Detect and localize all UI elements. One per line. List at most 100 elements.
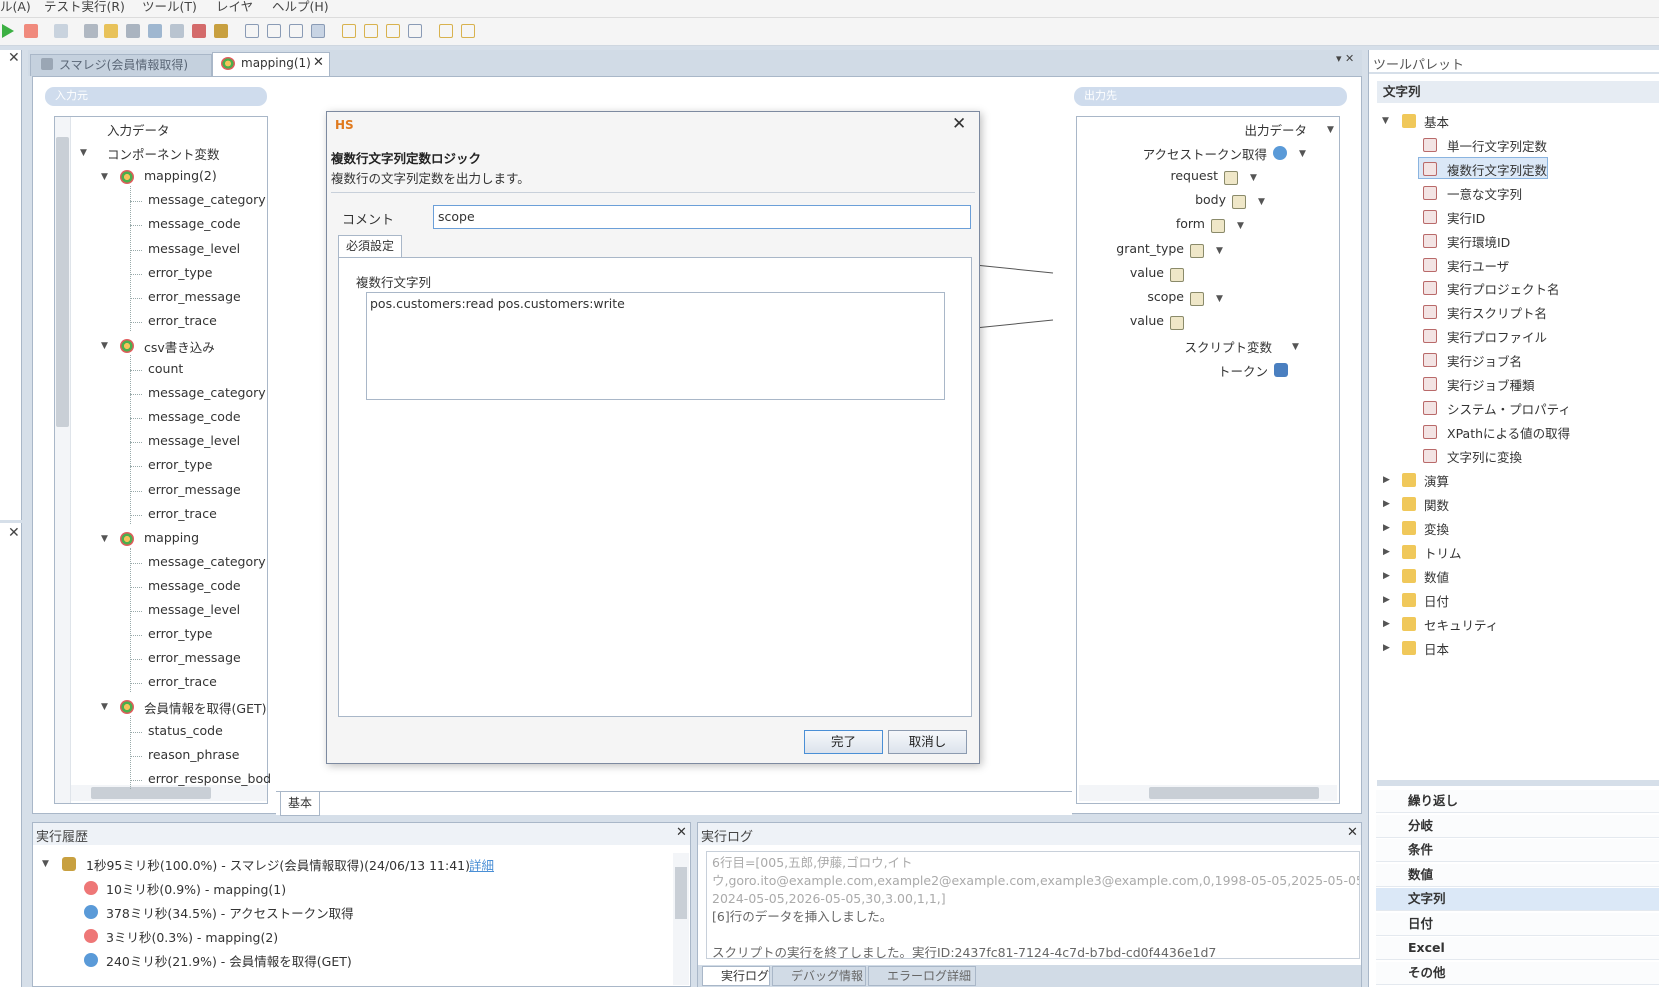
run-icon[interactable] bbox=[2, 24, 14, 38]
palette-folder[interactable]: 関数 bbox=[1424, 495, 1449, 514]
minimize-icon[interactable]: ▾ ✕ bbox=[1336, 52, 1354, 65]
tree-item[interactable]: message_category bbox=[148, 554, 266, 569]
palette-item[interactable]: システム・プロパティ bbox=[1447, 399, 1571, 418]
palette-folder[interactable]: 基本 bbox=[1424, 112, 1449, 131]
expand-icon[interactable]: ▼ bbox=[101, 172, 108, 182]
stop-icon[interactable] bbox=[24, 24, 38, 38]
tree-item[interactable]: message_code bbox=[148, 216, 241, 231]
palette-item[interactable]: 実行ID bbox=[1447, 208, 1485, 227]
palette-item[interactable]: 実行スクリプト名 bbox=[1447, 303, 1547, 322]
collapse-icon[interactable]: ▼ bbox=[1327, 125, 1334, 135]
palette-item[interactable]: 実行ジョブ名 bbox=[1447, 351, 1522, 370]
output-node[interactable]: スクリプト変数 bbox=[1184, 337, 1272, 356]
close-icon[interactable]: ✕ bbox=[8, 50, 20, 66]
distribute-icon[interactable] bbox=[342, 24, 356, 38]
close-icon[interactable]: ✕ bbox=[676, 825, 687, 840]
output-node[interactable]: body bbox=[1195, 192, 1226, 207]
align-icon[interactable] bbox=[289, 24, 303, 38]
debug-icon[interactable] bbox=[214, 24, 228, 38]
expand-icon[interactable]: ▶ bbox=[1383, 499, 1390, 509]
menu-item[interactable]: ツール(T) bbox=[142, 0, 197, 15]
palette-category[interactable]: 分岐 bbox=[1376, 814, 1659, 838]
tree-item[interactable]: error_trace bbox=[148, 674, 217, 689]
tree-group-label[interactable]: 会員情報を取得(GET) bbox=[144, 698, 266, 717]
tree-group-label[interactable]: mapping bbox=[144, 530, 199, 545]
align-icon[interactable] bbox=[311, 24, 325, 38]
h-scrollbar[interactable] bbox=[71, 785, 267, 801]
close-icon[interactable]: ✕ bbox=[952, 114, 966, 134]
palette-category[interactable]: 日付 bbox=[1376, 912, 1659, 936]
expand-icon[interactable]: ▶ bbox=[1383, 523, 1390, 533]
tab-debug[interactable]: デバッグ情報 bbox=[772, 966, 866, 986]
menu-item[interactable]: テスト実行(R) bbox=[44, 0, 125, 15]
palette-folder[interactable]: トリム bbox=[1424, 543, 1462, 562]
collapse-icon[interactable]: ▼ bbox=[1237, 221, 1244, 231]
expand-icon[interactable]: ▶ bbox=[1383, 475, 1390, 485]
collapse-icon[interactable]: ▼ bbox=[1250, 173, 1257, 183]
output-node[interactable]: value bbox=[1130, 265, 1164, 280]
palette-item[interactable]: 単一行文字列定数 bbox=[1447, 136, 1547, 155]
palette-folder[interactable]: 日本 bbox=[1424, 639, 1449, 658]
align-icon[interactable] bbox=[245, 24, 259, 38]
palette-item[interactable]: 文字列に変換 bbox=[1447, 447, 1522, 466]
expand-icon[interactable]: ▼ bbox=[101, 702, 108, 712]
palette-category[interactable]: 文字列 bbox=[1376, 888, 1659, 911]
tree-item[interactable]: message_category bbox=[148, 385, 266, 400]
grid-icon[interactable] bbox=[170, 24, 184, 38]
palette-item[interactable]: 実行ジョブ種類 bbox=[1447, 375, 1535, 394]
palette-folder[interactable]: 数値 bbox=[1424, 567, 1449, 586]
output-node[interactable]: grant_type bbox=[1116, 241, 1184, 256]
size-icon[interactable] bbox=[461, 24, 475, 38]
align-icon[interactable] bbox=[267, 24, 281, 38]
tree-item[interactable]: error_message bbox=[148, 289, 241, 304]
palette-item[interactable]: 実行環境ID bbox=[1447, 232, 1510, 251]
tree-item[interactable]: count bbox=[148, 361, 183, 376]
output-node[interactable]: トークン bbox=[1218, 361, 1268, 380]
ok-button[interactable]: 完了 bbox=[804, 730, 883, 754]
comment-input[interactable]: scope bbox=[433, 205, 971, 229]
palette-category[interactable]: その他 bbox=[1376, 961, 1659, 985]
collapse-icon[interactable]: ▼ bbox=[1216, 294, 1223, 304]
table-icon[interactable] bbox=[192, 24, 206, 38]
history-entry[interactable]: 240ミリ秒(21.9%) - 会員情報を取得(GET) bbox=[106, 951, 352, 970]
expand-icon[interactable]: ▼ bbox=[80, 148, 87, 158]
tree-item[interactable]: error_type bbox=[148, 457, 212, 472]
collapse-icon[interactable]: ▼ bbox=[1292, 342, 1299, 352]
palette-category[interactable]: 繰り返し bbox=[1376, 790, 1659, 813]
tree-scrollbar[interactable] bbox=[55, 117, 71, 803]
distribute-icon[interactable] bbox=[364, 24, 378, 38]
expand-icon[interactable]: ▶ bbox=[1383, 571, 1390, 581]
page-icon[interactable] bbox=[126, 24, 140, 38]
palette-item[interactable]: XPathによる値の取得 bbox=[1447, 423, 1570, 442]
palette-category[interactable]: Excel bbox=[1376, 937, 1659, 960]
collapse-icon[interactable]: ▼ bbox=[1299, 149, 1306, 159]
palette-folder[interactable]: セキュリティ bbox=[1424, 615, 1498, 634]
distribute-icon[interactable] bbox=[408, 24, 422, 38]
tree-item[interactable]: error_type bbox=[148, 626, 212, 641]
palette-item[interactable]: 実行プロジェクト名 bbox=[1447, 279, 1560, 298]
expand-icon[interactable]: ▶ bbox=[1383, 595, 1390, 605]
palette-category[interactable]: 条件 bbox=[1376, 839, 1659, 862]
scrollbar-thumb[interactable] bbox=[56, 137, 69, 427]
tab-error-detail[interactable]: エラーログ詳細 bbox=[868, 966, 976, 986]
tree-item[interactable]: reason_phrase bbox=[148, 747, 239, 762]
wrench-icon[interactable] bbox=[84, 24, 98, 38]
expand-icon[interactable]: ▼ bbox=[42, 859, 49, 869]
history-entry[interactable]: 378ミリ秒(34.5%) - アクセストークン取得 bbox=[106, 903, 354, 922]
scrollbar-thumb[interactable] bbox=[91, 787, 211, 799]
tree-item[interactable]: message_level bbox=[148, 602, 240, 617]
palette-item[interactable]: 複数行文字列定数 bbox=[1447, 160, 1547, 179]
close-icon[interactable]: ✕ bbox=[8, 525, 20, 541]
palette-folder[interactable]: 変換 bbox=[1424, 519, 1449, 538]
palette-category[interactable]: 数値 bbox=[1376, 863, 1659, 887]
size-icon[interactable] bbox=[439, 24, 453, 38]
palette-folder[interactable]: 日付 bbox=[1424, 591, 1449, 610]
tree-group-label[interactable]: mapping(2) bbox=[144, 168, 217, 183]
close-icon[interactable]: ✕ bbox=[1347, 825, 1358, 840]
distribute-icon[interactable] bbox=[386, 24, 400, 38]
palette-item[interactable]: 実行プロファイル bbox=[1447, 327, 1547, 346]
menu-item[interactable]: ル(A) bbox=[0, 0, 31, 15]
collapse-icon[interactable]: ▼ bbox=[1216, 246, 1223, 256]
tree-item[interactable]: error_type bbox=[148, 265, 212, 280]
tab-editor[interactable]: スマレジ(会員情報取得) bbox=[30, 54, 212, 76]
